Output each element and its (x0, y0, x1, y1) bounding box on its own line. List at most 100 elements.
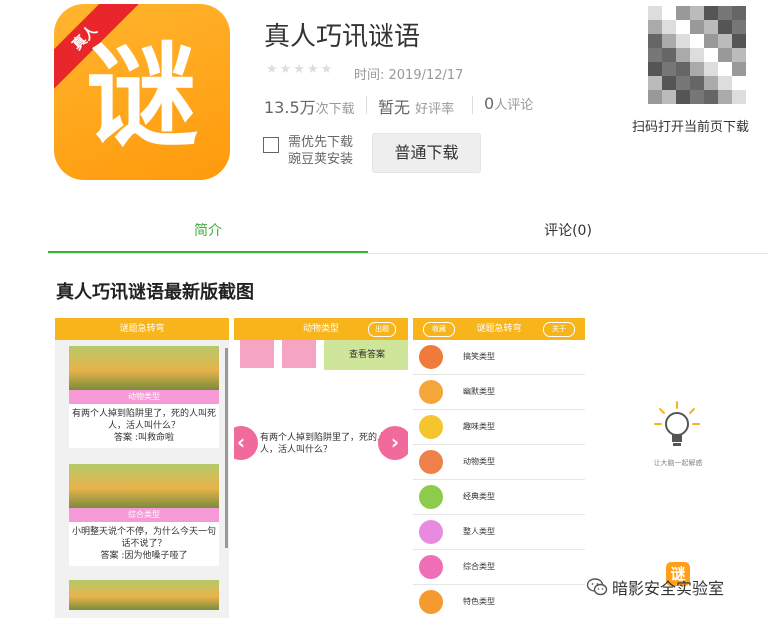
qr-cell (690, 90, 704, 104)
category-row: 动物类型 (413, 445, 585, 480)
qr-cell (648, 34, 662, 48)
category-icon (419, 450, 443, 474)
chevron-right-icon: › (378, 426, 408, 460)
qr-cell (662, 34, 676, 48)
qr-cell (704, 34, 718, 48)
qr-cell (732, 90, 746, 104)
qr-cell (676, 34, 690, 48)
qr-cell (732, 62, 746, 76)
qr-cell (690, 20, 704, 34)
qr-cell (648, 76, 662, 90)
banner-icon (240, 340, 274, 368)
qr-cell (732, 34, 746, 48)
qr-cell (704, 62, 718, 76)
screenshots-section-title: 真人巧讯谜语最新版截图 (56, 282, 254, 303)
category-label: 经典类型 (463, 492, 495, 501)
screenshot-2[interactable]: 动物类型 出题 查看答案 有两个人掉到陷阱里了，死的人叫死人，活人叫什么？ ‹ … (234, 318, 408, 618)
normal-download-button[interactable]: 普通下载 (372, 133, 481, 173)
qr-cell (676, 20, 690, 34)
watermark-text: 暗影安全实验室 (612, 579, 725, 598)
qr-cell (690, 76, 704, 90)
qr-cell (718, 48, 732, 62)
qr-cell (648, 20, 662, 34)
category-label: 幽默类型 (463, 387, 495, 396)
scrollbar (225, 348, 228, 548)
favorites-pill: 收藏 (423, 322, 455, 337)
category-row: 经典类型 (413, 480, 585, 515)
rating-rate: 暂无 好评率 (378, 98, 455, 117)
category-label: 特色类型 (463, 597, 495, 606)
qr-cell (718, 34, 732, 48)
about-pill: 关于 (543, 322, 575, 337)
qr-cell (676, 48, 690, 62)
icon-glyph: 谜 (86, 32, 198, 162)
screenshot-topbar: 谜题急转弯 (55, 318, 229, 340)
qr-cell (662, 62, 676, 76)
card-question: 小明整天说个不停，为什么今天一句话不说了？ 答案 :因为他嗓子哑了 (72, 527, 217, 561)
qr-cell (732, 20, 746, 34)
priority-download-label: 需优先下载 豌豆荚安装 (288, 135, 354, 167)
category-label: 整人类型 (463, 527, 495, 536)
qr-cell (718, 76, 732, 90)
promo-slogan: 让大脑一起解惑 (653, 459, 703, 467)
qr-cell (732, 76, 746, 90)
qr-cell (662, 6, 676, 20)
app-title: 真人巧讯谜语 (264, 22, 421, 52)
qr-cell (732, 6, 746, 20)
topic-button: 出题 (368, 322, 396, 337)
view-answer-button: 查看答案 (324, 340, 408, 370)
qr-cell (704, 48, 718, 62)
card-image (69, 464, 219, 508)
qr-cell (718, 6, 732, 20)
category-label: 搞笑类型 (463, 352, 495, 361)
chevron-left-icon: ‹ (234, 426, 258, 460)
rating-stars: ★★★★★ (266, 62, 335, 77)
qr-label: 扫码打开当前页下载 (632, 120, 750, 135)
list-item (69, 580, 219, 610)
qr-cell (690, 6, 704, 20)
priority-download-checkbox[interactable] (263, 137, 279, 153)
category-icon (419, 555, 443, 579)
lightbulb-icon (654, 401, 700, 446)
stat-divider (472, 96, 473, 114)
wechat-icon (586, 578, 608, 596)
category-icon (419, 415, 443, 439)
list-item: 综合类型 小明整天说个不停，为什么今天一句话不说了？ 答案 :因为他嗓子哑了 (69, 464, 219, 566)
qr-cell (732, 48, 746, 62)
qr-cell (676, 62, 690, 76)
category-row: 趣味类型 (413, 410, 585, 445)
app-icon: 真人 谜 (54, 4, 230, 180)
qr-cell (704, 90, 718, 104)
card-question: 有两个人掉到陷阱里了，死的人叫死人，活人叫什么？ 答案 :叫救命啦 (72, 409, 217, 443)
category-icon (419, 485, 443, 509)
screenshot-1[interactable]: 谜题急转弯 动物类型 有两个人掉到陷阱里了，死的人叫死人，活人叫什么？ 答案 :… (55, 318, 229, 618)
qr-cell (676, 6, 690, 20)
tab-divider (48, 253, 768, 254)
qr-cell (662, 48, 676, 62)
category-icon (419, 590, 443, 614)
category-label: 趣味类型 (463, 422, 495, 431)
qr-cell (690, 62, 704, 76)
qr-cell (648, 90, 662, 104)
qr-cell (648, 48, 662, 62)
category-icon (419, 345, 443, 369)
qr-cell (704, 76, 718, 90)
qr-cell (690, 34, 704, 48)
category-label: 综合类型 (463, 562, 495, 571)
qr-cell (662, 20, 676, 34)
qr-cell (662, 76, 676, 90)
stat-divider (366, 96, 367, 114)
category-row: 综合类型 (413, 550, 585, 585)
qr-cell (704, 6, 718, 20)
tab-intro[interactable]: 简介 (48, 220, 368, 240)
screenshot-3[interactable]: 谜题急转弯 收藏 关于 搞笑类型 幽默类型 趣味类型 动物类型 经典类型 整人类型 综合类型… (413, 318, 585, 618)
tab-comments[interactable]: 评论(0) (408, 220, 728, 240)
list-item: 动物类型 有两个人掉到陷阱里了，死的人叫死人，活人叫什么？ 答案 :叫救命啦 (69, 346, 219, 448)
card-image (69, 346, 219, 390)
card-tag: 综合类型 (69, 508, 219, 522)
qr-cell (676, 76, 690, 90)
qr-code (648, 6, 746, 104)
qr-cell (676, 90, 690, 104)
category-row: 搞笑类型 (413, 340, 585, 375)
category-row: 特色类型 (413, 585, 585, 618)
